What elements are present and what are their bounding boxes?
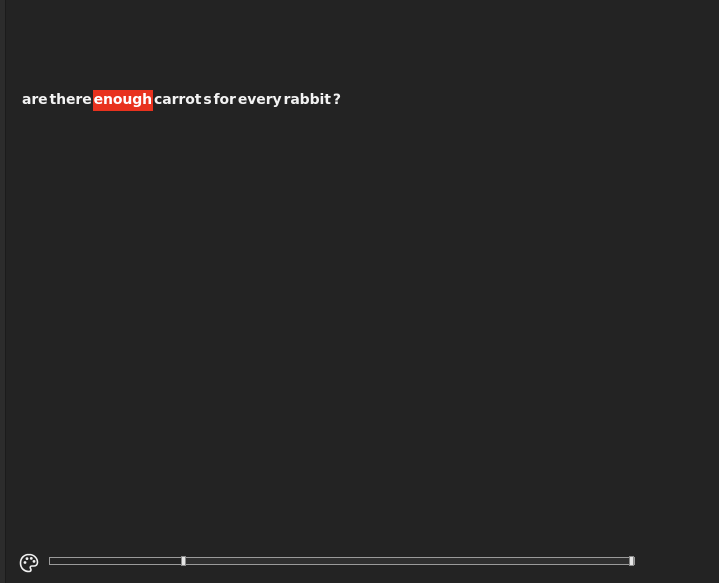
token-rabbit[interactable]: rabbit <box>283 90 332 111</box>
token-sentence: are there enough carrot s for every rabb… <box>21 90 342 111</box>
token-question-mark[interactable]: ? <box>332 90 342 111</box>
left-panel-edge <box>0 0 6 583</box>
range-selection <box>181 558 634 564</box>
token-s[interactable]: s <box>202 90 212 111</box>
token-carrot[interactable]: carrot <box>153 90 202 111</box>
token-are[interactable]: are <box>21 90 49 111</box>
token-for[interactable]: for <box>213 90 237 111</box>
palette-icon[interactable] <box>19 553 39 573</box>
token-enough-highlighted[interactable]: enough <box>92 90 154 111</box>
token-there[interactable]: there <box>49 90 93 111</box>
bottom-controls <box>0 545 719 583</box>
token-every[interactable]: every <box>237 90 283 111</box>
range-end-handle[interactable] <box>629 556 634 566</box>
range-start-handle[interactable] <box>181 556 186 566</box>
range-slider-track[interactable] <box>49 556 635 566</box>
